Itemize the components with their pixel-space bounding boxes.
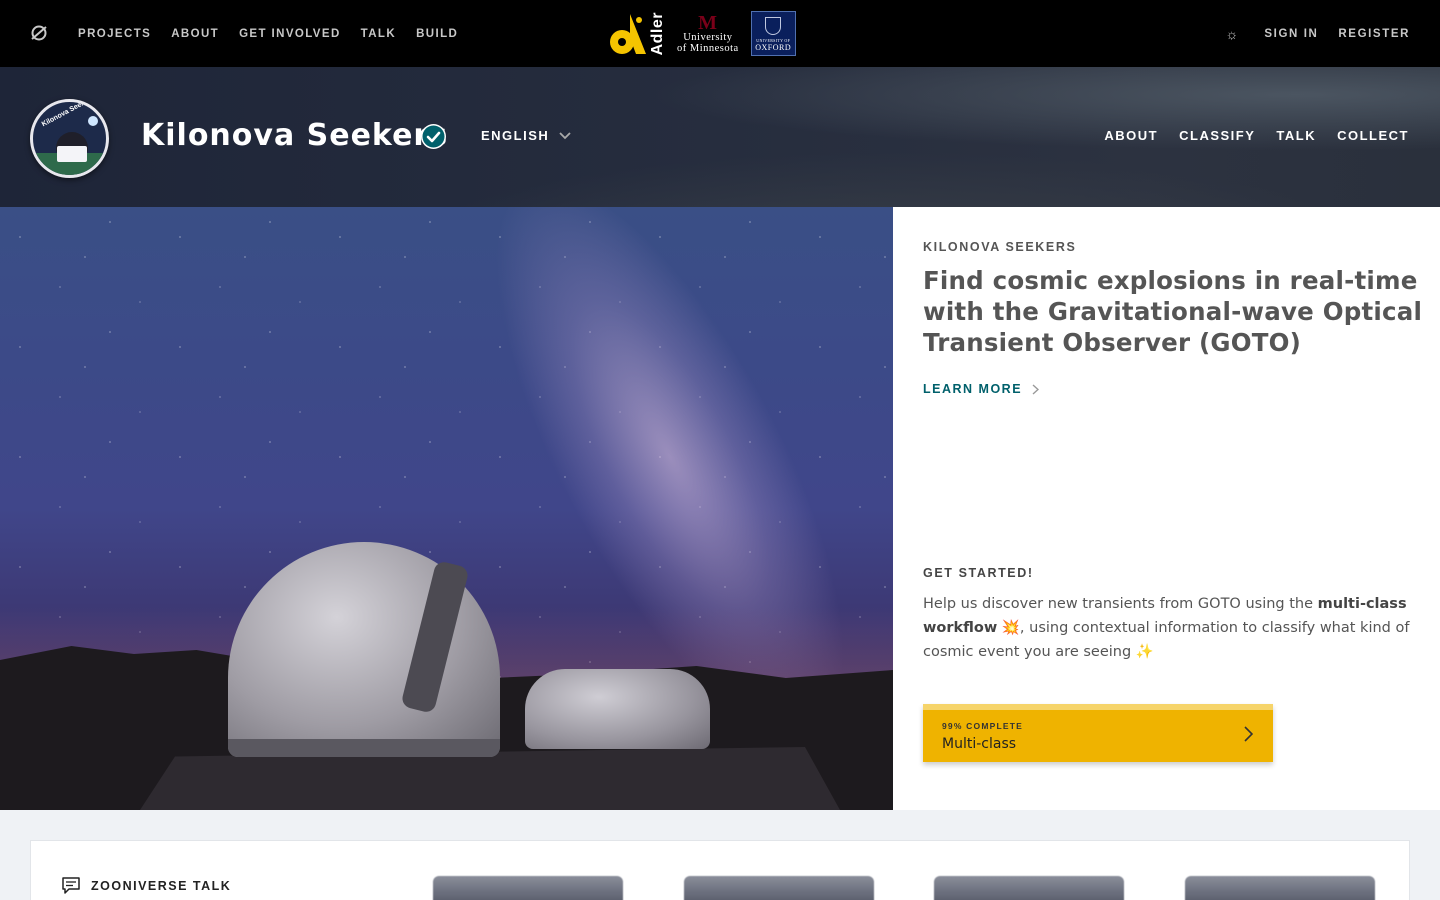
oxford-crest-icon: [765, 17, 782, 35]
learn-more-label: LEARN MORE: [923, 382, 1023, 396]
auth-links: ☼ SIGN IN REGISTER: [1226, 0, 1410, 67]
talk-thumbnail[interactable]: [1185, 876, 1375, 900]
zooniverse-logo-icon[interactable]: [30, 24, 48, 42]
language-selector[interactable]: ENGLISH: [481, 128, 571, 143]
talk-thumbnail[interactable]: [684, 876, 874, 900]
project-nav-about[interactable]: ABOUT: [1104, 128, 1158, 143]
chevron-right-icon: [1032, 383, 1040, 395]
umn-m-icon: M: [698, 11, 718, 34]
oxford-big-text: OXFORD: [755, 43, 792, 52]
avatar-star-icon: [88, 116, 98, 126]
workflow-multi-class-button[interactable]: 99% COMPLETE Multi-class: [923, 704, 1273, 762]
speech-bubble-icon: [62, 877, 80, 894]
talk-label: ZOONIVERSE TALK: [91, 878, 232, 893]
workflow-percent: 99% COMPLETE: [942, 721, 1023, 731]
talk-section: ZOONIVERSE TALK: [30, 840, 1410, 900]
adler-star-icon: [610, 13, 646, 54]
project-nav-talk[interactable]: TALK: [1276, 128, 1316, 143]
sun-icon[interactable]: ☼: [1226, 26, 1239, 42]
adler-wordmark: Adler: [649, 11, 666, 56]
zooniverse-top-nav: PROJECTS ABOUT GET INVOLVED TALK BUILD A…: [0, 0, 1440, 67]
talk-thumbnail[interactable]: [934, 876, 1124, 900]
talk-heading: ZOONIVERSE TALK: [61, 876, 231, 895]
verified-check-icon: [421, 124, 446, 149]
nav-about-link[interactable]: ABOUT: [171, 28, 219, 40]
umn-line1: University: [683, 31, 733, 43]
sign-in-link[interactable]: SIGN IN: [1264, 28, 1318, 40]
get-started-heading: GET STARTED!: [923, 566, 1034, 580]
umn-logo[interactable]: M University of Minnesota: [677, 11, 739, 54]
workflow-name: Multi-class: [942, 736, 1017, 752]
hero-title: Find cosmic explosions in real-time with…: [923, 266, 1423, 357]
chevron-right-icon: [1244, 726, 1253, 742]
adler-logo[interactable]: Adler: [608, 11, 666, 56]
chevron-down-icon: [559, 131, 571, 139]
main-nav-links: PROJECTS ABOUT GET INVOLVED TALK BUILD: [78, 0, 458, 67]
hero-eyebrow: KILONOVA SEEKERS: [923, 240, 1077, 254]
talk-thumbnail[interactable]: [433, 876, 623, 900]
avatar-ring-text: Kilonova Seekers: [40, 99, 96, 129]
project-nav: ABOUT CLASSIFY TALK COLLECT: [1104, 128, 1409, 143]
hero-description: Help us discover new transients from GOT…: [923, 592, 1418, 664]
nav-build-link[interactable]: BUILD: [416, 28, 458, 40]
project-header: Kilonova Seekers Kilonova Seekers ENGLIS…: [0, 67, 1440, 207]
hero-background-image: [0, 207, 893, 810]
nav-get-involved-link[interactable]: GET INVOLVED: [239, 28, 341, 40]
register-link[interactable]: REGISTER: [1338, 28, 1410, 40]
hero-content: KILONOVA SEEKERS Find cosmic explosions …: [893, 207, 1440, 810]
umn-line2: of Minnesota: [677, 42, 739, 54]
language-label: ENGLISH: [481, 128, 550, 143]
nav-projects-link[interactable]: PROJECTS: [78, 28, 151, 40]
desc-part1: Help us discover new transients from GOT…: [923, 596, 1318, 612]
project-title[interactable]: Kilonova Seekers: [141, 118, 448, 153]
workflow-progress-bar: [923, 704, 1270, 710]
project-nav-collect[interactable]: COLLECT: [1337, 128, 1409, 143]
oxford-logo[interactable]: UNIVERSITY OF OXFORD: [750, 11, 796, 56]
project-avatar[interactable]: Kilonova Seekers: [30, 99, 109, 178]
learn-more-link[interactable]: LEARN MORE: [923, 382, 1040, 396]
partner-logos: Adler M University of Minnesota UNIVERSI…: [608, 10, 796, 57]
nav-talk-link[interactable]: TALK: [361, 28, 396, 40]
observatory-enclosure: [525, 669, 710, 749]
project-nav-classify[interactable]: CLASSIFY: [1179, 128, 1255, 143]
